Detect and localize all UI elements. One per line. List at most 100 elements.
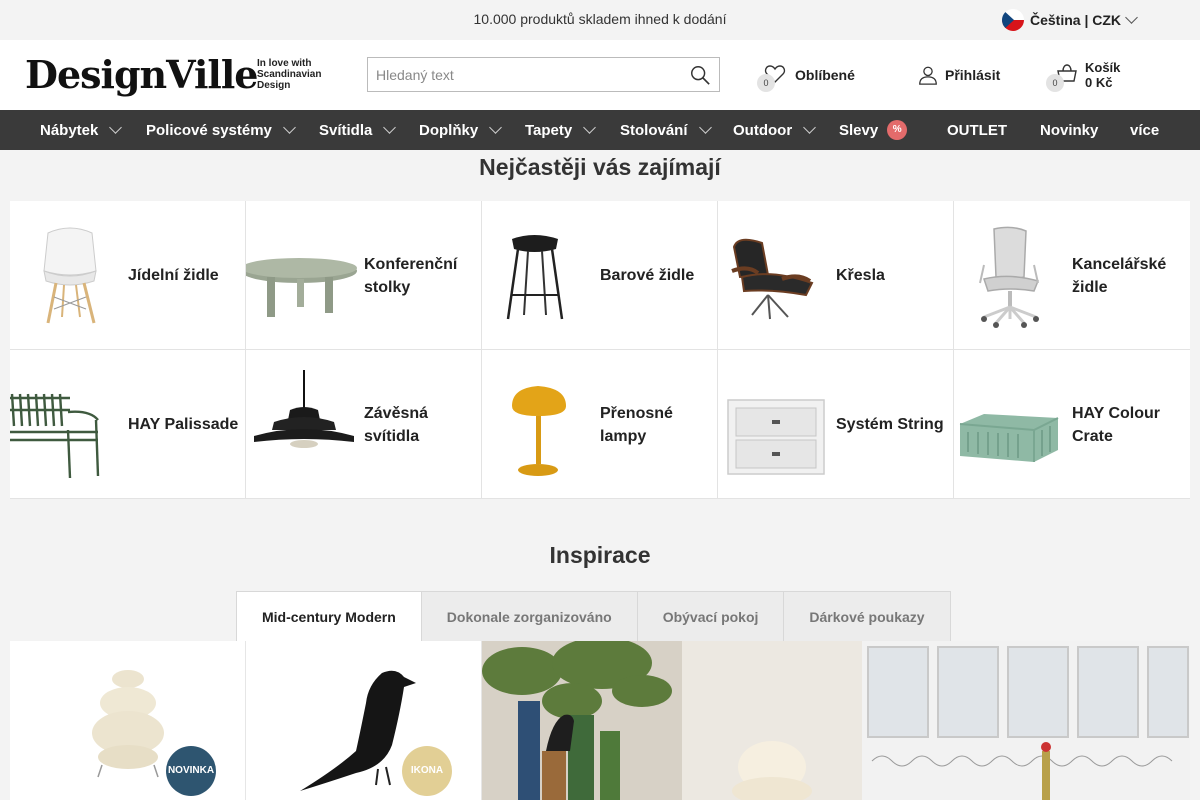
inspiration-tabs: Mid-century Modern Dokonale zorganizován… bbox=[236, 591, 951, 642]
nav-label: Tapety bbox=[525, 121, 573, 139]
language-label: Čeština | CZK bbox=[1030, 12, 1122, 28]
chevron-down-icon bbox=[489, 120, 503, 134]
tab-obyvaci-pokoj[interactable]: Obývací pokoj bbox=[637, 591, 785, 642]
category-card-string-system[interactable]: Systém String bbox=[718, 350, 954, 499]
czech-flag-icon bbox=[1002, 9, 1024, 31]
category-label: HAY Colour Crate bbox=[1072, 404, 1161, 445]
favorites-label: Oblíbené bbox=[795, 67, 855, 83]
new-badge: NOVINKA bbox=[166, 746, 216, 796]
nav-item-policove-systemy[interactable]: Policové systémy bbox=[146, 110, 296, 150]
sale-percent-icon: % bbox=[887, 120, 908, 140]
main-navigation: Nábytek Policové systémy Svítidla Doplňk… bbox=[0, 110, 1200, 150]
nav-item-svitidla[interactable]: Svítidla bbox=[319, 110, 397, 150]
nav-label: více bbox=[1130, 121, 1160, 139]
favorites-count-badge: 0 bbox=[757, 74, 775, 92]
user-icon bbox=[919, 66, 937, 85]
search-icon[interactable] bbox=[689, 64, 711, 86]
nav-item-doplnky[interactable]: Doplňky bbox=[419, 110, 503, 150]
category-label: Barové židle bbox=[600, 267, 695, 284]
tagline: In love with Scandinavian Design bbox=[257, 58, 347, 91]
nav-item-outdoor[interactable]: Outdoor bbox=[733, 110, 817, 150]
shelf-drawer-icon bbox=[727, 399, 825, 475]
nav-item-tapety[interactable]: Tapety bbox=[525, 110, 597, 150]
popular-section-title: Nejčastěji vás zajímají bbox=[479, 154, 721, 180]
office-chair-icon bbox=[979, 226, 1040, 328]
nav-item-vice[interactable]: více bbox=[1130, 110, 1159, 150]
portable-lamp-icon bbox=[512, 386, 566, 476]
nav-label: Svítidla bbox=[319, 121, 373, 139]
category-label: Systém String bbox=[836, 416, 944, 433]
nav-item-nabytek[interactable]: Nábytek bbox=[40, 110, 123, 150]
chevron-down-icon bbox=[583, 120, 597, 134]
favorites-link[interactable]: 0 Oblíbené bbox=[755, 40, 855, 110]
dining-chair-icon bbox=[43, 227, 97, 324]
category-label: HAY Palissade bbox=[128, 416, 239, 433]
category-card-portable-lamps[interactable]: Přenosné lampy bbox=[482, 350, 718, 499]
nav-label: Novinky bbox=[1040, 121, 1099, 139]
cart-label: Košík bbox=[1085, 60, 1121, 75]
chevron-down-icon bbox=[803, 120, 817, 134]
category-card-bar-stools[interactable]: Barové židle bbox=[482, 201, 718, 350]
inspiration-content: NOVINKA IKONA bbox=[10, 641, 1190, 800]
nav-label: OUTLET bbox=[947, 121, 1007, 139]
category-label: Kancelářské židle bbox=[1072, 255, 1167, 296]
product-card-eames-bird[interactable]: IKONA bbox=[246, 641, 482, 800]
search-input[interactable] bbox=[368, 58, 678, 91]
tab-mid-century-modern[interactable]: Mid-century Modern bbox=[236, 591, 422, 642]
interior-photo bbox=[482, 641, 1190, 800]
nav-item-stolovani[interactable]: Stolování bbox=[620, 110, 712, 150]
tab-darkove-poukazy[interactable]: Dárkové poukazy bbox=[784, 591, 951, 642]
category-card-dining-chairs[interactable]: Jídelní židle bbox=[10, 201, 246, 350]
category-card-coffee-tables[interactable]: Konferenční stolky bbox=[246, 201, 482, 350]
logo[interactable]: DesignVille bbox=[25, 54, 258, 96]
bar-stool-icon bbox=[506, 235, 564, 320]
category-card-hay-colour-crate[interactable]: HAY Colour Crate bbox=[954, 350, 1190, 499]
paper-lamp-product-image bbox=[92, 670, 164, 778]
login-link[interactable]: Přihlásit bbox=[917, 40, 1000, 110]
chevron-down-icon bbox=[283, 120, 296, 134]
category-card-office-chairs[interactable]: Kancelářské židle bbox=[954, 201, 1190, 350]
category-label: Konferenční stolky bbox=[364, 255, 458, 296]
nav-item-outlet[interactable]: OUTLET bbox=[947, 110, 1007, 150]
nav-label: Policové systémy bbox=[146, 121, 272, 139]
tagline-line-1: In love with bbox=[257, 58, 312, 69]
cart-count-badge: 0 bbox=[1046, 74, 1064, 92]
chevron-down-icon bbox=[383, 120, 397, 134]
inspiration-hero-image[interactable] bbox=[482, 641, 1190, 800]
category-label: Jídelní židle bbox=[128, 267, 219, 284]
coffee-table-icon bbox=[246, 258, 357, 317]
category-label: Závěsná svítidla bbox=[364, 404, 429, 445]
nav-item-novinky[interactable]: Novinky bbox=[1040, 110, 1098, 150]
nav-label: Slevy bbox=[839, 121, 879, 139]
cart-link[interactable]: 0 Košík 0 Kč bbox=[1045, 40, 1120, 110]
pendant-lamp-icon bbox=[254, 370, 354, 448]
category-card-armchairs[interactable]: Křesla bbox=[718, 201, 954, 350]
tab-dokonale-zorganizovano[interactable]: Dokonale zorganizováno bbox=[421, 591, 638, 642]
login-label: Přihlásit bbox=[945, 67, 1001, 83]
category-card-pendant-lamps[interactable]: Závěsná svítidla bbox=[246, 350, 482, 499]
chevron-down-icon bbox=[109, 120, 123, 134]
product-card-paper-lamp[interactable]: NOVINKA bbox=[10, 641, 246, 800]
lounge-chair-icon bbox=[731, 238, 814, 320]
category-card-hay-palissade[interactable]: HAY Palissade bbox=[10, 350, 246, 499]
nav-label: Nábytek bbox=[40, 121, 99, 139]
category-grid: Jídelní židle Konferenční stolky Barové … bbox=[10, 201, 1190, 499]
nav-item-slevy[interactable]: Slevy% bbox=[839, 110, 908, 150]
tagline-line-3: Design bbox=[257, 80, 291, 91]
inspiration-section-title: Inspirace bbox=[549, 542, 651, 568]
site-header: DesignVille In love with Scandinavian De… bbox=[0, 40, 1200, 110]
category-label: Přenosné lampy bbox=[600, 404, 673, 445]
category-label: Křesla bbox=[836, 267, 885, 284]
nav-label: Outdoor bbox=[733, 121, 793, 139]
chevron-down-icon bbox=[698, 120, 712, 134]
icon-badge: IKONA bbox=[402, 746, 452, 796]
nav-label: Stolování bbox=[620, 121, 688, 139]
cart-total: 0 Kč bbox=[1085, 75, 1113, 90]
nav-label: Doplňky bbox=[419, 121, 479, 139]
chevron-down-icon bbox=[1125, 11, 1138, 24]
search-box bbox=[367, 57, 720, 92]
bench-icon bbox=[10, 393, 100, 479]
tagline-line-2: Scandinavian bbox=[257, 69, 322, 80]
top-bar: 10.000 produktů skladem ihned k dodání Č… bbox=[0, 0, 1200, 40]
language-currency-selector[interactable]: Čeština | CZK bbox=[1002, 8, 1138, 32]
